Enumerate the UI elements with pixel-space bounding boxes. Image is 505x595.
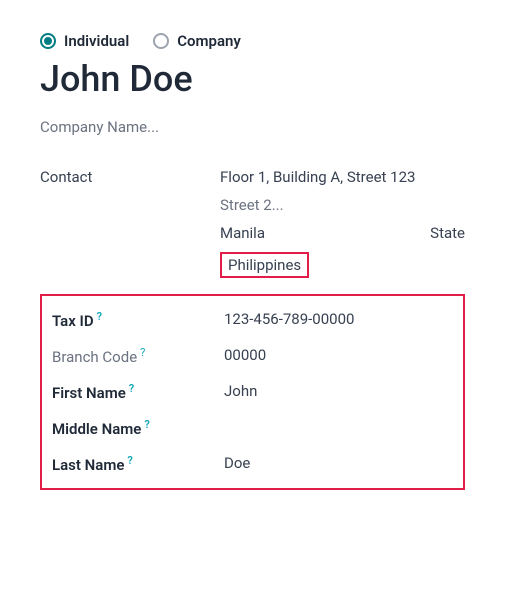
first-name-label: First Name? (52, 382, 224, 402)
help-icon[interactable]: ? (127, 454, 132, 467)
branch-code-label: Branch Code? (52, 346, 224, 366)
contact-name-heading[interactable]: John Doe (40, 58, 465, 100)
help-icon[interactable]: ? (144, 418, 149, 431)
contact-label: Contact (40, 168, 220, 186)
radio-individual-label: Individual (64, 32, 129, 50)
radio-company[interactable]: Company (153, 32, 241, 50)
first-name-label-text: First Name (52, 384, 126, 402)
tax-id-label: Tax ID? (52, 310, 224, 330)
address-block: Floor 1, Building A, Street 123 Street 2… (220, 168, 465, 278)
branch-code-label-text: Branch Code (52, 348, 137, 366)
help-icon[interactable]: ? (97, 310, 102, 323)
state-input[interactable]: State (430, 224, 465, 242)
company-name-input[interactable]: Company Name... (40, 118, 465, 136)
last-name-row: Last Name? Doe (52, 454, 453, 474)
contact-form: Contact Floor 1, Building A, Street 123 … (40, 168, 465, 490)
contact-type-selector: Individual Company (40, 32, 465, 50)
first-name-input[interactable]: John (224, 382, 453, 400)
identity-fields-group: Tax ID? 123-456-789-00000 Branch Code? 0… (40, 294, 465, 490)
tax-id-row: Tax ID? 123-456-789-00000 (52, 310, 453, 330)
city-input[interactable]: Manila (220, 224, 265, 242)
tax-id-label-text: Tax ID (52, 312, 94, 330)
branch-code-row: Branch Code? 00000 (52, 346, 453, 366)
radio-icon (153, 33, 169, 49)
branch-code-input[interactable]: 00000 (224, 346, 453, 364)
contact-address-row: Contact Floor 1, Building A, Street 123 … (40, 168, 465, 278)
street1-input[interactable]: Floor 1, Building A, Street 123 (220, 168, 465, 186)
middle-name-row: Middle Name? (52, 418, 453, 438)
country-input[interactable]: Philippines (220, 252, 309, 278)
first-name-row: First Name? John (52, 382, 453, 402)
middle-name-label-text: Middle Name (52, 420, 141, 438)
help-icon[interactable]: ? (129, 382, 134, 395)
street2-input[interactable]: Street 2... (220, 196, 465, 214)
tax-id-input[interactable]: 123-456-789-00000 (224, 310, 453, 328)
last-name-label: Last Name? (52, 454, 224, 474)
help-icon[interactable]: ? (140, 346, 145, 359)
last-name-label-text: Last Name (52, 456, 124, 474)
radio-company-label: Company (177, 32, 241, 50)
radio-icon (40, 33, 56, 49)
last-name-input[interactable]: Doe (224, 454, 453, 472)
middle-name-label: Middle Name? (52, 418, 224, 438)
radio-individual[interactable]: Individual (40, 32, 129, 50)
